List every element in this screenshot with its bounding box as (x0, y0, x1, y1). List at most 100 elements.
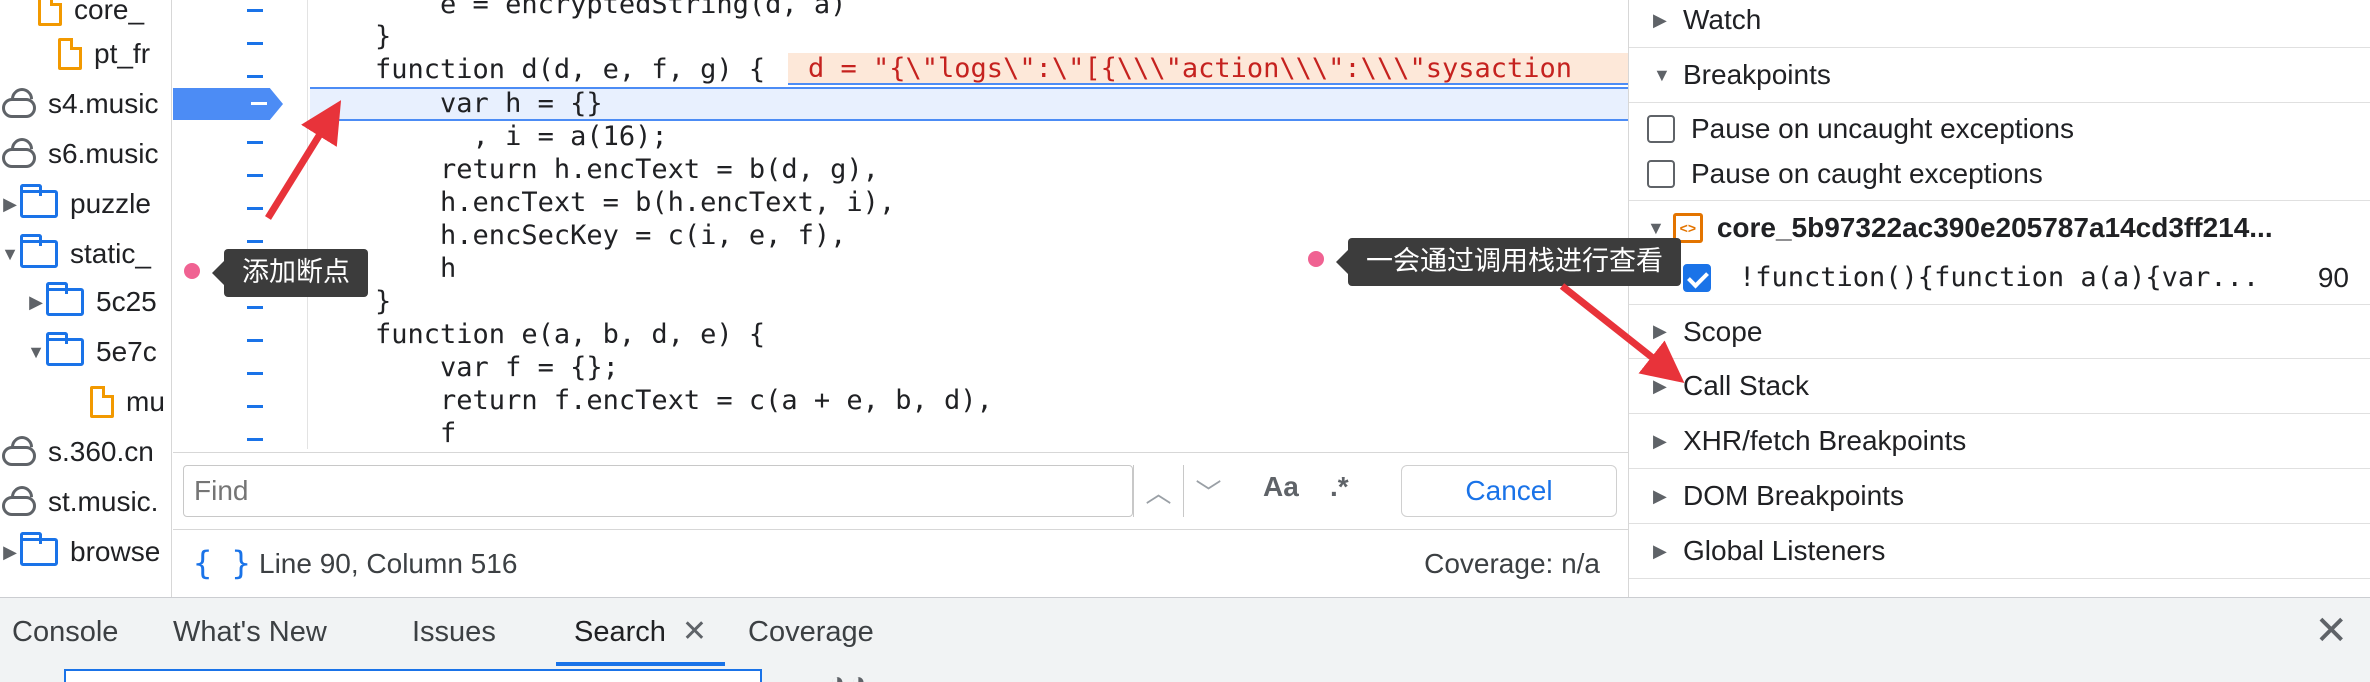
pause-uncaught-option[interactable]: Pause on uncaught exceptions (1647, 113, 2074, 145)
tree-item-label: s4.music (48, 88, 159, 119)
section-scope[interactable]: ▶ Scope (1629, 304, 2370, 359)
section-watch[interactable]: ▶ Watch (1629, 0, 2370, 48)
tree-item-label: 5e7c (96, 336, 157, 367)
find-previous-button[interactable]: ︿ (1133, 465, 1183, 517)
folder-icon (20, 234, 58, 268)
search-options-icon[interactable]: ◔ ◔ (830, 668, 866, 682)
breakpoint-marker[interactable] (173, 88, 283, 120)
folder-icon (46, 332, 84, 366)
tree-item[interactable]: ▼ static_ (0, 230, 151, 278)
drawer-tab-bar: Console What's New Issues Search ✕ Covera… (0, 597, 2370, 682)
breakpoint-file-name: core_5b97322ac390e205787a14cd3ff214... (1716, 212, 2273, 243)
code-editor[interactable]: e = encryptedString(d, a) } function d(d… (310, 0, 1628, 449)
code-line: function d(d, e, f, g) { (310, 54, 766, 85)
breakpoint-line-number: 90 (2317, 261, 2349, 293)
tree-item-label: static_ (70, 238, 151, 269)
tree-item[interactable]: s4.music (2, 80, 158, 128)
expand-triangle-icon[interactable]: ▶ (0, 542, 20, 563)
expand-triangle-icon: ▶ (1653, 9, 1667, 30)
breakable-line-marker[interactable] (247, 174, 263, 177)
regex-toggle[interactable]: .* (1330, 471, 1349, 503)
section-xhr-breakpoints[interactable]: ▶ XHR/fetch Breakpoints (1629, 414, 2370, 469)
expand-triangle-icon[interactable]: ▶ (26, 292, 46, 313)
code-line: f (310, 418, 457, 449)
find-input[interactable] (183, 465, 1133, 517)
breakable-line-marker[interactable] (247, 9, 263, 12)
tree-item[interactable]: s6.music (2, 130, 158, 178)
tab-issues[interactable]: Issues (412, 598, 496, 666)
option-label: Pause on caught exceptions (1691, 158, 2043, 189)
tree-item[interactable]: pt_fr (58, 30, 150, 78)
expand-triangle-icon: ▶ (1653, 430, 1667, 451)
expand-triangle-icon[interactable]: ▶ (0, 194, 20, 215)
section-label: Watch (1683, 4, 1762, 35)
section-label: XHR/fetch Breakpoints (1683, 425, 1967, 456)
tree-item[interactable]: ▶ puzzle (0, 180, 151, 228)
code-line: , i = a(16); (310, 121, 668, 152)
section-dom-breakpoints[interactable]: ▶ DOM Breakpoints (1629, 469, 2370, 524)
section-global-listeners[interactable]: ▶ Global Listeners (1629, 524, 2370, 579)
pause-uncaught-checkbox[interactable] (1647, 115, 1675, 143)
folder-icon (46, 282, 84, 316)
close-drawer-icon[interactable]: ✕ (2314, 608, 2348, 654)
breakable-line-marker[interactable] (247, 438, 263, 441)
breakable-line-marker[interactable] (247, 339, 263, 342)
breakable-line-marker[interactable] (247, 372, 263, 375)
section-breakpoints[interactable]: ▼ Breakpoints (1629, 48, 2370, 103)
expand-triangle-icon: ▶ (1653, 321, 1667, 341)
breakpoint-entry[interactable]: !function(){function a(a){var... 90 (1683, 262, 2363, 293)
breakable-line-marker (251, 102, 267, 105)
breakable-line-marker[interactable] (247, 75, 263, 78)
tab-whats-new[interactable]: What's New (173, 598, 327, 666)
annotation-view-call-stack: 一会通过调用栈进行查看 (1336, 238, 1681, 286)
tree-item[interactable]: mu (90, 378, 165, 426)
tree-item[interactable]: st.music. (2, 478, 158, 526)
tree-item[interactable]: ▼ 5e7c (26, 328, 157, 376)
cloud-icon (2, 148, 36, 168)
tab-console[interactable]: Console (12, 598, 118, 666)
divider (1629, 200, 2370, 201)
breakpoint-enabled-checkbox[interactable] (1683, 263, 1711, 292)
annotation-add-breakpoint: 添加断点 (212, 249, 368, 297)
file-icon (90, 386, 114, 418)
tab-coverage[interactable]: Coverage (748, 598, 874, 666)
file-tree: core_ pt_fr s4.music s6.music ▶ puzzle ▼… (0, 0, 172, 597)
code-line: h.encSecKey = c(i, e, f), (310, 220, 847, 251)
breakpoint-code-snippet: !function(){function a(a){var... (1739, 262, 2260, 293)
pause-caught-option[interactable]: Pause on caught exceptions (1647, 158, 2043, 190)
match-case-toggle[interactable]: Aa (1263, 471, 1299, 503)
breakable-line-marker[interactable] (247, 42, 263, 45)
breakable-line-marker[interactable] (247, 240, 263, 243)
collapse-triangle-icon[interactable]: ▼ (26, 342, 46, 363)
tree-item[interactable]: ▶ browse (0, 528, 160, 576)
tab-search[interactable]: Search ✕ (556, 598, 726, 666)
expand-triangle-icon: ▶ (1653, 375, 1667, 396)
pause-caught-checkbox[interactable] (1647, 160, 1675, 188)
code-line: return h.encText = b(d, g), (310, 154, 879, 185)
breakpoint-file-group[interactable]: ▼ <> core_5b97322ac390e205787a14cd3ff214… (1647, 212, 2273, 244)
close-icon[interactable]: ✕ (682, 615, 707, 648)
section-label: Call Stack (1683, 370, 1810, 401)
cloud-icon (2, 98, 36, 118)
collapse-triangle-icon: ▼ (1647, 217, 1665, 238)
search-input[interactable] (64, 669, 762, 682)
tree-item-label: pt_fr (94, 38, 151, 69)
cancel-button[interactable]: Cancel (1401, 465, 1617, 517)
breakable-line-marker[interactable] (247, 141, 263, 144)
tree-item[interactable]: core_ (38, 0, 144, 34)
find-next-button[interactable]: ﹀ (1183, 465, 1233, 517)
line-gutter[interactable] (173, 0, 308, 449)
tree-item[interactable]: s.360.cn (2, 428, 154, 476)
expand-triangle-icon: ▶ (1653, 485, 1667, 506)
pretty-print-icon[interactable]: { } (193, 544, 251, 582)
tree-item-label: browse (70, 536, 161, 567)
section-call-stack[interactable]: ▶ Call Stack (1629, 359, 2370, 414)
file-icon (38, 0, 62, 26)
expand-triangle-icon: ▶ (1653, 540, 1667, 561)
breakable-line-marker[interactable] (247, 207, 263, 210)
tree-item[interactable]: ▶ 5c25 (26, 278, 157, 326)
collapse-triangle-icon[interactable]: ▼ (0, 244, 20, 265)
breakable-line-marker[interactable] (247, 306, 263, 309)
breakable-line-marker[interactable] (247, 405, 263, 408)
folder-icon (20, 184, 58, 218)
